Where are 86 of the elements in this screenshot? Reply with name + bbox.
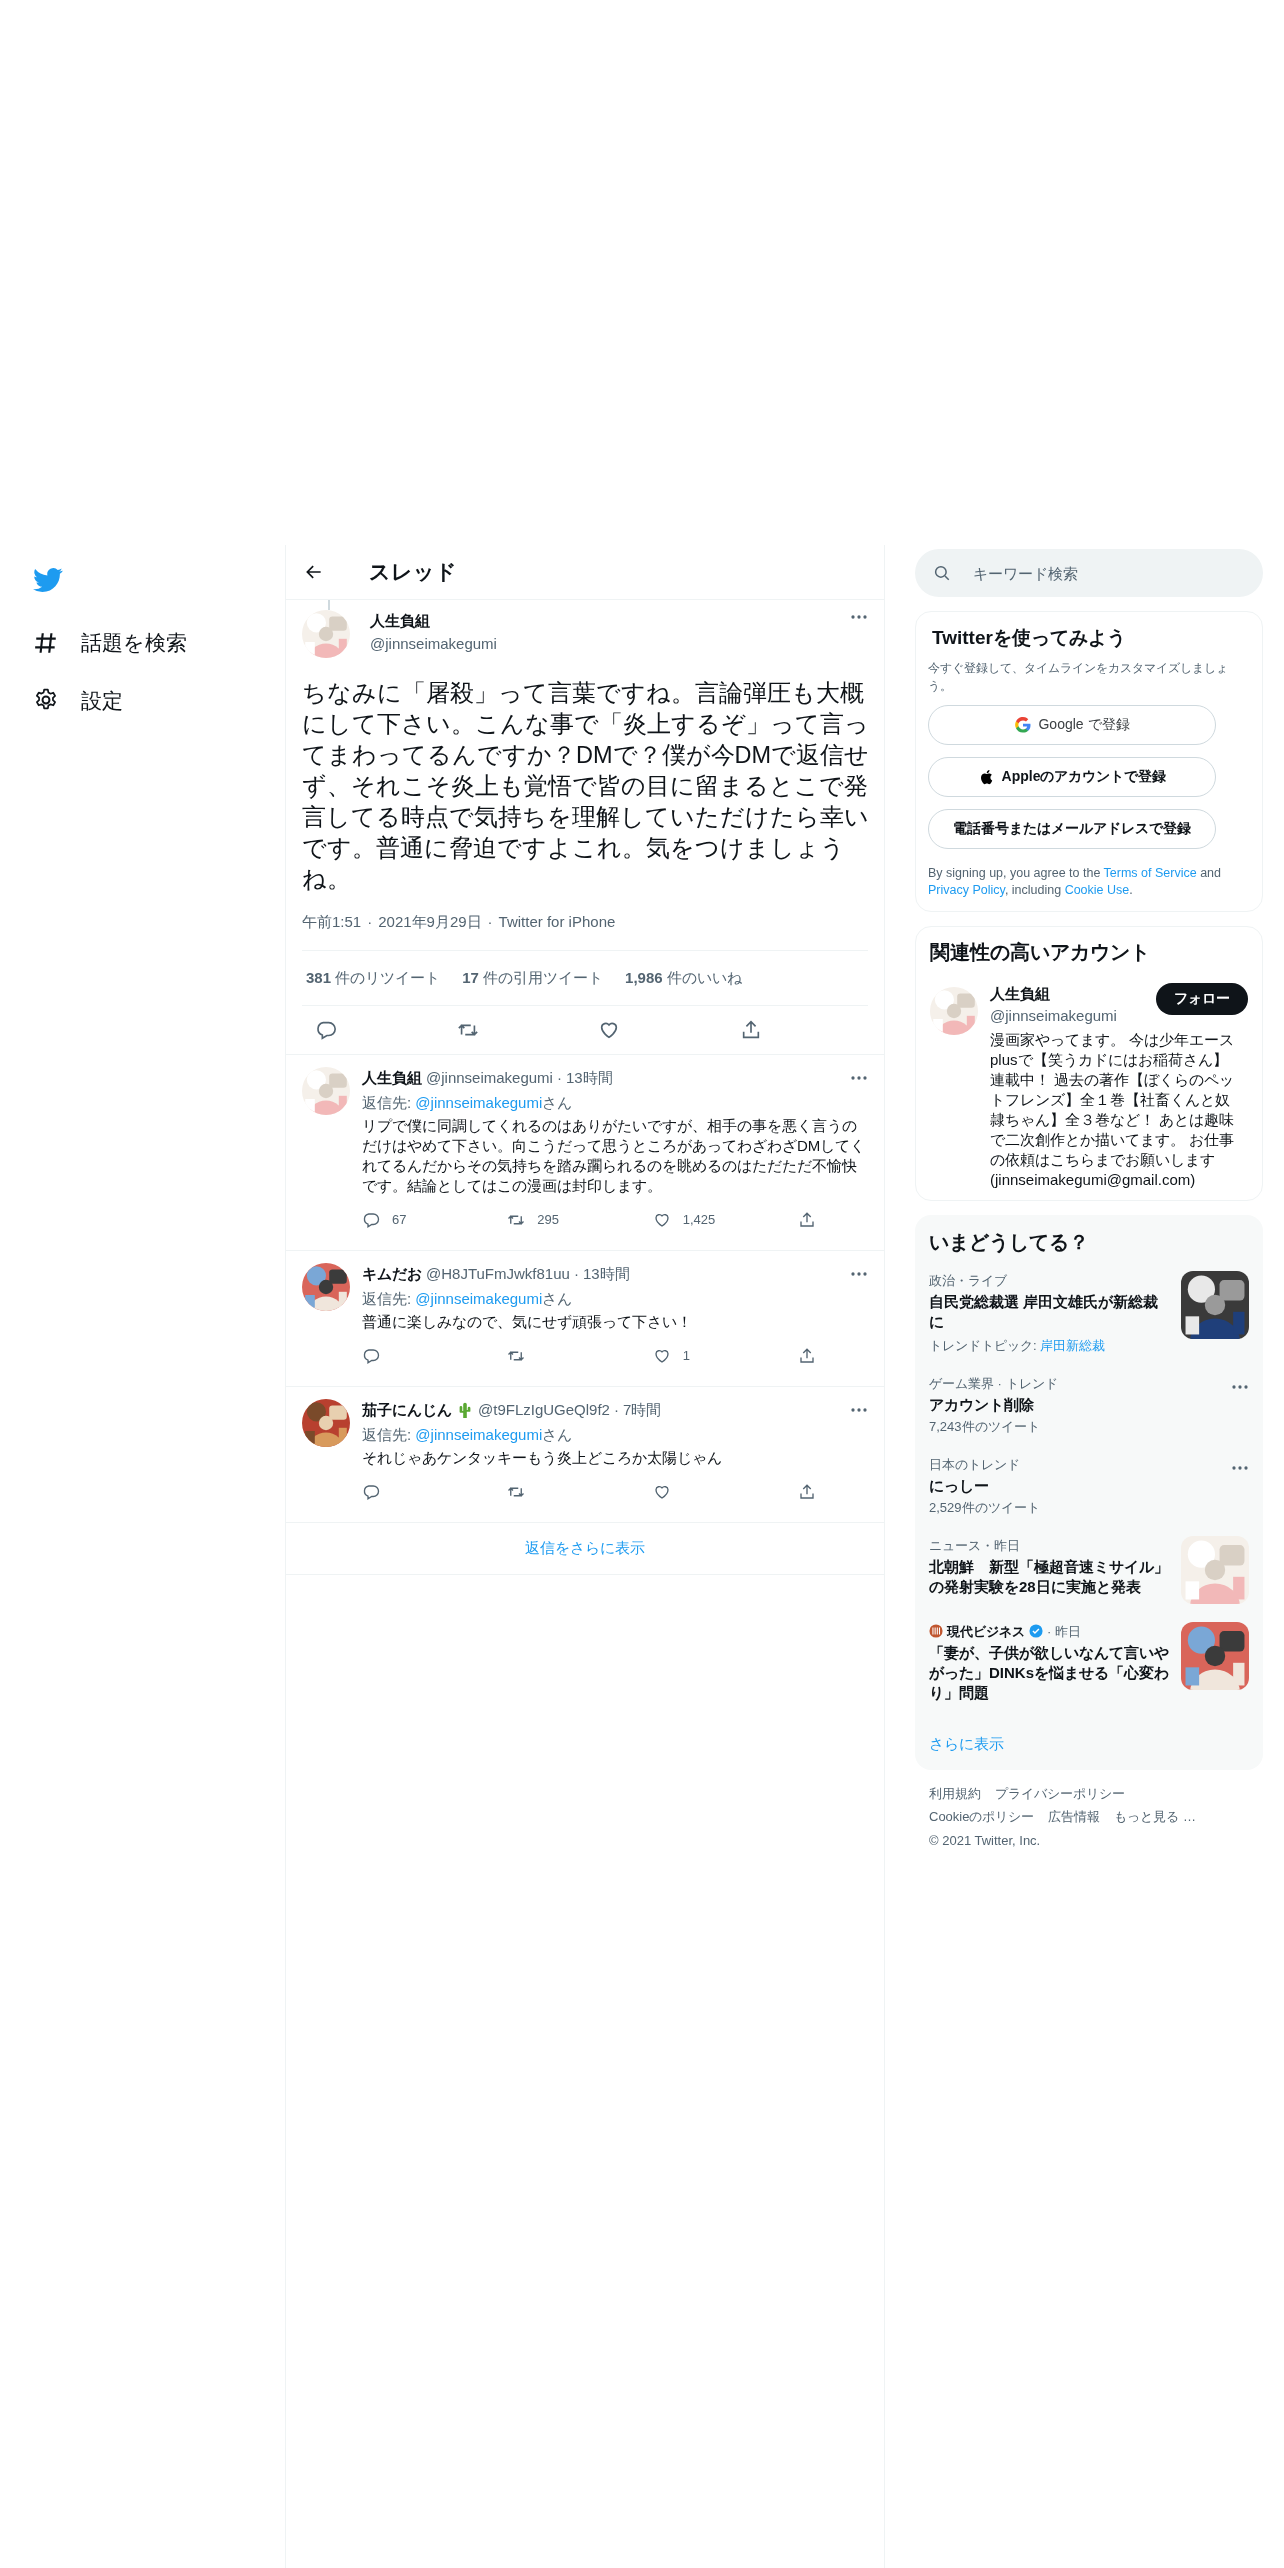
copyright: © 2021 Twitter, Inc. — [929, 1831, 1042, 1850]
user-handle[interactable]: @t9FLzIgUGeQl9f2 — [478, 1399, 610, 1422]
more-icon[interactable] — [1231, 1383, 1249, 1390]
user-handle[interactable]: @jinnseimakegumi — [426, 1067, 553, 1090]
separator-dot: · — [487, 912, 493, 932]
user-bio: 漫画家やってます。 今は少年エースplusで【笑うカドにはお稲荷さん】連載中！ 過去の著作【ぼくらのペットフレンズ】全１巻【社畜くんと奴隷ちゃん】全３巻など！ あとは趣味で二次創作とか描いてます。 お仕事の依頼はこちらまでお願いします(jinnseimakegumi@gmail.com) — [990, 1029, 1236, 1190]
nav-item[interactable]: 設定 — [33, 684, 285, 716]
tweet-stat[interactable]: 1,986 件のいいね — [625, 966, 742, 989]
reply-time[interactable]: 13時間 — [565, 1067, 613, 1090]
separator-dot: · — [613, 1400, 619, 1420]
trend-category: ニュース・昨日 — [929, 1536, 1021, 1555]
reply-icon[interactable] — [362, 1211, 380, 1229]
trend-category: ゲーム業界 · トレンド — [929, 1374, 1059, 1393]
action-count: 67 — [392, 1211, 407, 1230]
user-name[interactable]: 人生負組 — [362, 1067, 422, 1090]
user-handle[interactable]: @H8JTuFmJwkf81uu — [426, 1263, 570, 1286]
trends-title: いまどうしてる？ — [929, 1229, 1090, 1255]
trend-time: · 昨日 — [1047, 1622, 1081, 1641]
reply-text: リプで僕に同調してくれるのはありがたいですが、相手の事を悪く言うのだけはやめて下さい。向こうだって思うところがあってわざわざDMしてくれてるんだからその気持ちを踏み躙られるのを眺めるのはただただ不愉快です。結論としてはこの漫画は封印します。 — [362, 1116, 867, 1196]
footer-link[interactable]: Cookieのポリシー — [929, 1807, 1035, 1827]
publisher-logo-icon — [929, 1624, 943, 1639]
trend-category: 政治・ライブ — [929, 1271, 1008, 1290]
footer-link[interactable]: プライバシーポリシー — [995, 1783, 1125, 1803]
user-name[interactable]: 人生負組 — [990, 982, 1156, 1005]
more-icon[interactable] — [850, 614, 868, 620]
trend-title[interactable]: 「妻が、子供が欲しいなんて言いやがった」DINKsを悩ませる「心変わり」問題 — [929, 1643, 1171, 1703]
reply-icon[interactable] — [315, 1019, 338, 1041]
related-title: 関連性の高いアカウント — [930, 939, 1151, 965]
user-handle[interactable]: @jinnseimakegumi — [990, 1005, 1156, 1028]
nav-item[interactable]: 話題を検索 — [33, 627, 285, 659]
action-count: 295 — [537, 1211, 560, 1230]
reply-time[interactable]: 7時間 — [622, 1399, 662, 1422]
search-field[interactable]: キーワード検索 — [915, 549, 1263, 597]
heart-icon[interactable] — [652, 1483, 671, 1501]
user-handle[interactable]: @jinnseimakegumi — [370, 632, 830, 655]
header-title: スレッド — [369, 559, 457, 586]
heart-icon[interactable] — [652, 1211, 671, 1229]
reply-time[interactable]: 13時間 — [582, 1263, 630, 1286]
share-icon[interactable] — [798, 1347, 816, 1365]
trend-source: 現代ビジネス — [947, 1622, 1025, 1641]
share-icon[interactable] — [798, 1211, 816, 1229]
trend-category: 日本のトレンド — [929, 1455, 1021, 1474]
more-icon[interactable] — [1231, 1464, 1249, 1471]
trend-title[interactable]: 北朝鮮 新型「極超音速ミサイル」の発射実験を28日に実施と発表 — [929, 1557, 1171, 1597]
tweet-text: ちなみに「屠殺」って言葉ですね。言論弾圧も大概にして下さい。こんな事で「炎上するぞ」って言ってまわってるんですか？DMで？僕が今DMで返信せず、それこそ炎上も覚悟で皆の目に留まるとこで発言してる時点で気持ちを理解していただけたら幸いです。普通に脅迫ですよこれ。気をつけましょうね。 — [302, 679, 871, 894]
action-count: 1,425 — [682, 1211, 716, 1230]
signup-title: Twitterを使ってみよう — [931, 626, 1127, 650]
tweet-time[interactable]: 午前1:51 — [302, 911, 362, 934]
footer-link[interactable]: もっと見る … — [1114, 1807, 1197, 1827]
tweet-stat[interactable]: 381 件のリツイート — [306, 966, 441, 989]
user-name[interactable]: 茄子にんじん — [362, 1399, 452, 1422]
heart-icon[interactable] — [652, 1347, 671, 1365]
legal-text: By signing up, you agree to the Terms of Service and Privacy Policy, including Cookie Use. — [928, 864, 1223, 899]
separator-dot: · — [556, 1068, 562, 1088]
action-count: 1 — [682, 1347, 690, 1366]
more-icon[interactable] — [850, 1407, 868, 1414]
tweet-source[interactable]: Twitter for iPhone — [498, 911, 616, 934]
reply-text: それじゃあケンタッキーもう炎上どころか太陽じゃん — [362, 1448, 723, 1468]
bird-logo-icon[interactable] — [33, 565, 63, 595]
separator-dot: · — [573, 1264, 579, 1284]
more-icon[interactable] — [850, 1271, 868, 1278]
trend-topic-line: トレンドトピック: 岸田新総裁 — [929, 1337, 1107, 1355]
user-name[interactable]: キムだお — [362, 1263, 422, 1286]
tweet-date[interactable]: 2021年9月29日 — [378, 911, 482, 934]
tweet-count: 2,529件のツイート — [929, 1499, 1041, 1517]
reply-icon[interactable] — [362, 1347, 380, 1365]
more-icon[interactable] — [850, 1075, 868, 1082]
reply-to-line: 返信先: @jinnseimakegumiさん — [362, 1288, 574, 1309]
separator-dot: · — [367, 912, 373, 932]
reply-icon[interactable] — [362, 1483, 380, 1501]
share-icon[interactable] — [798, 1483, 816, 1501]
trend-title[interactable]: アカウント削除 — [929, 1395, 1221, 1415]
trend-title[interactable]: 自民党総裁選 岸田文雄氏が新総裁に — [929, 1292, 1171, 1332]
search-icon — [933, 564, 951, 582]
tweet-count: 7,243件のツイート — [929, 1418, 1041, 1436]
google-logo-icon — [1014, 715, 1033, 734]
footer-link[interactable]: 広告情報 — [1048, 1807, 1101, 1827]
tweet-stat[interactable]: 17 件の引用ツイート — [462, 966, 604, 989]
signup-subtitle: 今すぐ登録して、タイムラインをカスタマイズしましょう。 — [928, 659, 1229, 695]
reply-text: 普通に楽しみなので、気にせず頑張って下さい！ — [362, 1312, 693, 1332]
follow-button[interactable]: フォロー — [1156, 982, 1248, 1015]
user-name[interactable]: 人生負組 — [370, 610, 830, 633]
reply-to-line: 返信先: @jinnseimakegumiさん — [362, 1092, 574, 1113]
footer-link[interactable]: 利用規約 — [929, 1783, 981, 1803]
trend-title[interactable]: にっしー — [929, 1476, 1221, 1496]
reply-to-line: 返信先: @jinnseimakegumiさん — [362, 1424, 574, 1445]
